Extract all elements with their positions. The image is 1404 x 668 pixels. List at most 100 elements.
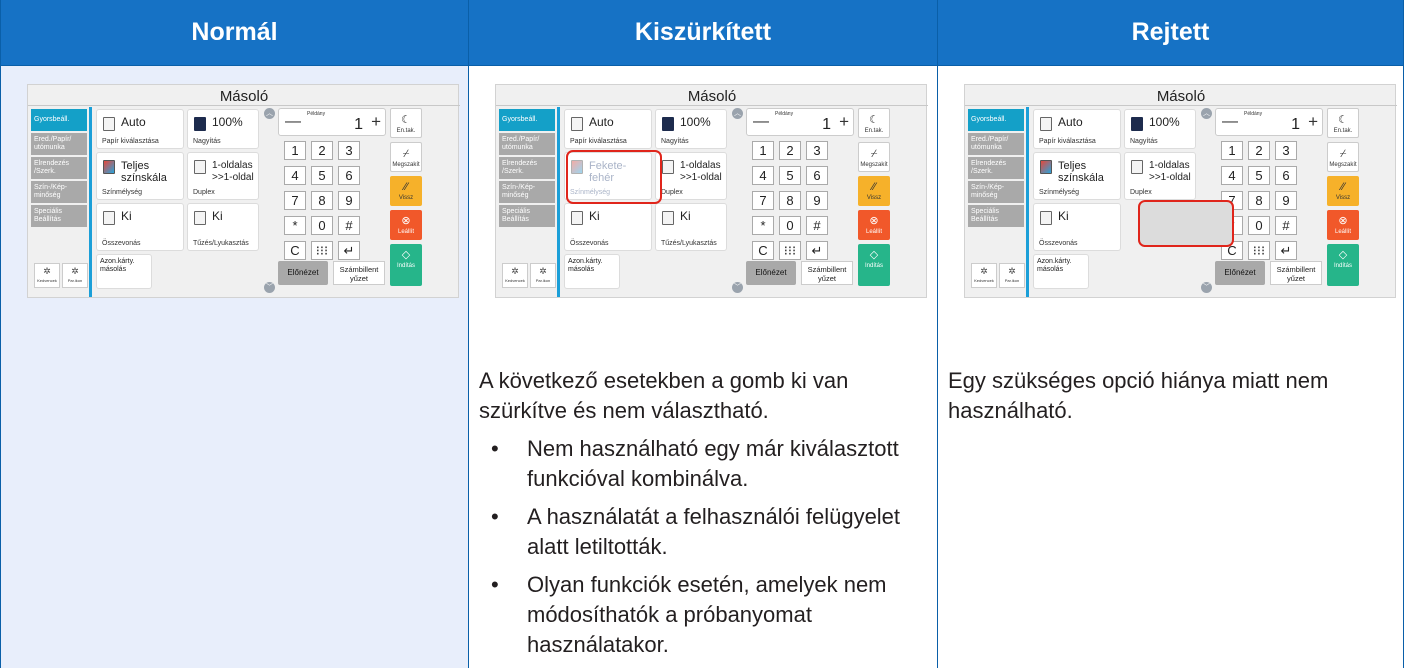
nav-quick-setup[interactable]: Gyorsbeáll. xyxy=(968,109,1024,131)
reset-button[interactable]: ⁄⁄ Vissz xyxy=(858,176,890,206)
scroll-up-icon[interactable]: ︿ xyxy=(264,108,275,119)
minus-button[interactable]: — xyxy=(1222,113,1238,131)
staple-punch-button[interactable]: Ki Tűzés/Lyukasztás xyxy=(187,203,259,251)
key-clear[interactable]: C xyxy=(284,241,306,260)
key-0[interactable]: 0 xyxy=(311,216,333,235)
id-card-copy-button[interactable]: Azon.kárty. másolás xyxy=(96,254,152,289)
nav-color-quality[interactable]: Szín-/Kép- minőség xyxy=(968,181,1024,203)
nav-color-quality[interactable]: Szín-/Kép- minőség xyxy=(31,181,87,203)
keypad-toggle-button[interactable]: Számbillent yűzet xyxy=(333,261,385,285)
key-2[interactable]: 2 xyxy=(779,141,801,160)
duplex-button[interactable]: 1-oldalas >>1-oldal Duplex xyxy=(1124,152,1196,200)
keypad-toggle-button[interactable]: Számbillent yűzet xyxy=(801,261,853,285)
key-5[interactable]: 5 xyxy=(779,166,801,185)
id-card-copy-button[interactable]: Azon.kárty. másolás xyxy=(564,254,620,289)
key-6[interactable]: 6 xyxy=(338,166,360,185)
combine-button[interactable]: Ki Összevonás xyxy=(96,203,184,251)
paper-select-button[interactable]: Auto Papír kiválasztása xyxy=(96,109,184,149)
key-hash[interactable]: # xyxy=(806,216,828,235)
key-9[interactable]: 9 xyxy=(806,191,828,210)
key-6[interactable]: 6 xyxy=(1275,166,1297,185)
key-8[interactable]: 8 xyxy=(779,191,801,210)
key-2[interactable]: 2 xyxy=(1248,141,1270,160)
color-mode-button[interactable]: Teljes színskála Színmélység xyxy=(1033,152,1121,200)
nav-quick-setup[interactable]: Gyorsbeáll. xyxy=(499,109,555,131)
minus-button[interactable]: — xyxy=(753,113,769,131)
parameter-icon-button[interactable]: ✲ Par.ikon xyxy=(999,263,1025,288)
key-clear[interactable]: C xyxy=(752,241,774,260)
favorites-button[interactable]: ✲ Kedvencek xyxy=(971,263,997,288)
key-5[interactable]: 5 xyxy=(311,166,333,185)
energy-saver-button[interactable]: ☾ En.tak. xyxy=(390,108,422,138)
interrupt-button[interactable]: ⌿ Megszakít xyxy=(1327,142,1359,172)
reset-button[interactable]: ⁄⁄ Vissz xyxy=(1327,176,1359,206)
key-7[interactable]: 7 xyxy=(752,191,774,210)
paper-select-button[interactable]: Auto Papír kiválasztása xyxy=(564,109,652,149)
scroll-down-icon[interactable]: ﹀ xyxy=(732,282,743,293)
preview-button[interactable]: Előnézet xyxy=(1215,261,1265,285)
key-menu[interactable]: ⁝⁝⁝ xyxy=(311,241,333,260)
key-5[interactable]: 5 xyxy=(1248,166,1270,185)
stop-button[interactable]: ⊗ Leállít xyxy=(1327,210,1359,240)
preview-button[interactable]: Előnézet xyxy=(278,261,328,285)
interrupt-button[interactable]: ⌿ Megszakít xyxy=(858,142,890,172)
key-9[interactable]: 9 xyxy=(1275,191,1297,210)
start-button[interactable]: ◇ Indítás xyxy=(858,244,890,286)
nav-advanced[interactable]: Speciális Beállítás xyxy=(499,205,555,227)
key-8[interactable]: 8 xyxy=(311,191,333,210)
start-button[interactable]: ◇ Indítás xyxy=(1327,244,1359,286)
copies-value[interactable]: 1 xyxy=(822,116,831,134)
key-asterisk[interactable]: * xyxy=(752,216,774,235)
nav-advanced[interactable]: Speciális Beállítás xyxy=(968,205,1024,227)
nav-color-quality[interactable]: Szín-/Kép- minőség xyxy=(499,181,555,203)
key-4[interactable]: 4 xyxy=(1221,166,1243,185)
scroll-down-icon[interactable]: ﹀ xyxy=(264,282,275,293)
key-menu[interactable]: ⁝⁝⁝ xyxy=(779,241,801,260)
parameter-icon-button[interactable]: ✲ Par.ikon xyxy=(62,263,88,288)
key-8[interactable]: 8 xyxy=(1248,191,1270,210)
copies-value[interactable]: 1 xyxy=(1291,116,1300,134)
key-9[interactable]: 9 xyxy=(338,191,360,210)
combine-button[interactable]: Ki Összevonás xyxy=(564,203,652,251)
scroll-up-icon[interactable]: ︿ xyxy=(1201,108,1212,119)
zoom-button[interactable]: 100% Nagyítás xyxy=(1124,109,1196,149)
key-enter[interactable]: ↵ xyxy=(806,241,828,260)
key-hash[interactable]: # xyxy=(338,216,360,235)
key-enter[interactable]: ↵ xyxy=(338,241,360,260)
stop-button[interactable]: ⊗ Leállít xyxy=(390,210,422,240)
nav-layout-edit[interactable]: Elrendezés /Szerk. xyxy=(499,157,555,179)
key-6[interactable]: 6 xyxy=(806,166,828,185)
key-enter[interactable]: ↵ xyxy=(1275,241,1297,260)
key-4[interactable]: 4 xyxy=(284,166,306,185)
minus-button[interactable]: — xyxy=(285,113,301,131)
key-1[interactable]: 1 xyxy=(752,141,774,160)
copies-value[interactable]: 1 xyxy=(354,116,363,134)
reset-button[interactable]: ⁄⁄ Vissz xyxy=(390,176,422,206)
zoom-button[interactable]: 100% Nagyítás xyxy=(655,109,727,149)
parameter-icon-button[interactable]: ✲ Par.ikon xyxy=(530,263,556,288)
start-button[interactable]: ◇ Indítás xyxy=(390,244,422,286)
key-1[interactable]: 1 xyxy=(284,141,306,160)
plus-button[interactable]: + xyxy=(1308,112,1318,132)
id-card-copy-button[interactable]: Azon.kárty. másolás xyxy=(1033,254,1089,289)
plus-button[interactable]: + xyxy=(839,112,849,132)
key-0[interactable]: 0 xyxy=(1248,216,1270,235)
paper-select-button[interactable]: Auto Papír kiválasztása xyxy=(1033,109,1121,149)
scroll-down-icon[interactable]: ﹀ xyxy=(1201,282,1212,293)
key-7[interactable]: 7 xyxy=(284,191,306,210)
favorites-button[interactable]: ✲ Kedvencek xyxy=(502,263,528,288)
plus-button[interactable]: + xyxy=(371,112,381,132)
duplex-button[interactable]: 1-oldalas >>1-oldal Duplex xyxy=(655,152,727,200)
key-3[interactable]: 3 xyxy=(806,141,828,160)
color-mode-button[interactable]: Teljes színskála Színmélység xyxy=(96,152,184,200)
interrupt-button[interactable]: ⌿ Megszakít xyxy=(390,142,422,172)
preview-button[interactable]: Előnézet xyxy=(746,261,796,285)
key-hash[interactable]: # xyxy=(1275,216,1297,235)
key-3[interactable]: 3 xyxy=(1275,141,1297,160)
key-2[interactable]: 2 xyxy=(311,141,333,160)
energy-saver-button[interactable]: ☾ En.tak. xyxy=(1327,108,1359,138)
key-4[interactable]: 4 xyxy=(752,166,774,185)
nav-layout-edit[interactable]: Elrendezés /Szerk. xyxy=(968,157,1024,179)
staple-punch-button[interactable]: Ki Tűzés/Lyukasztás xyxy=(655,203,727,251)
duplex-button[interactable]: 1-oldalas >>1-oldal Duplex xyxy=(187,152,259,200)
